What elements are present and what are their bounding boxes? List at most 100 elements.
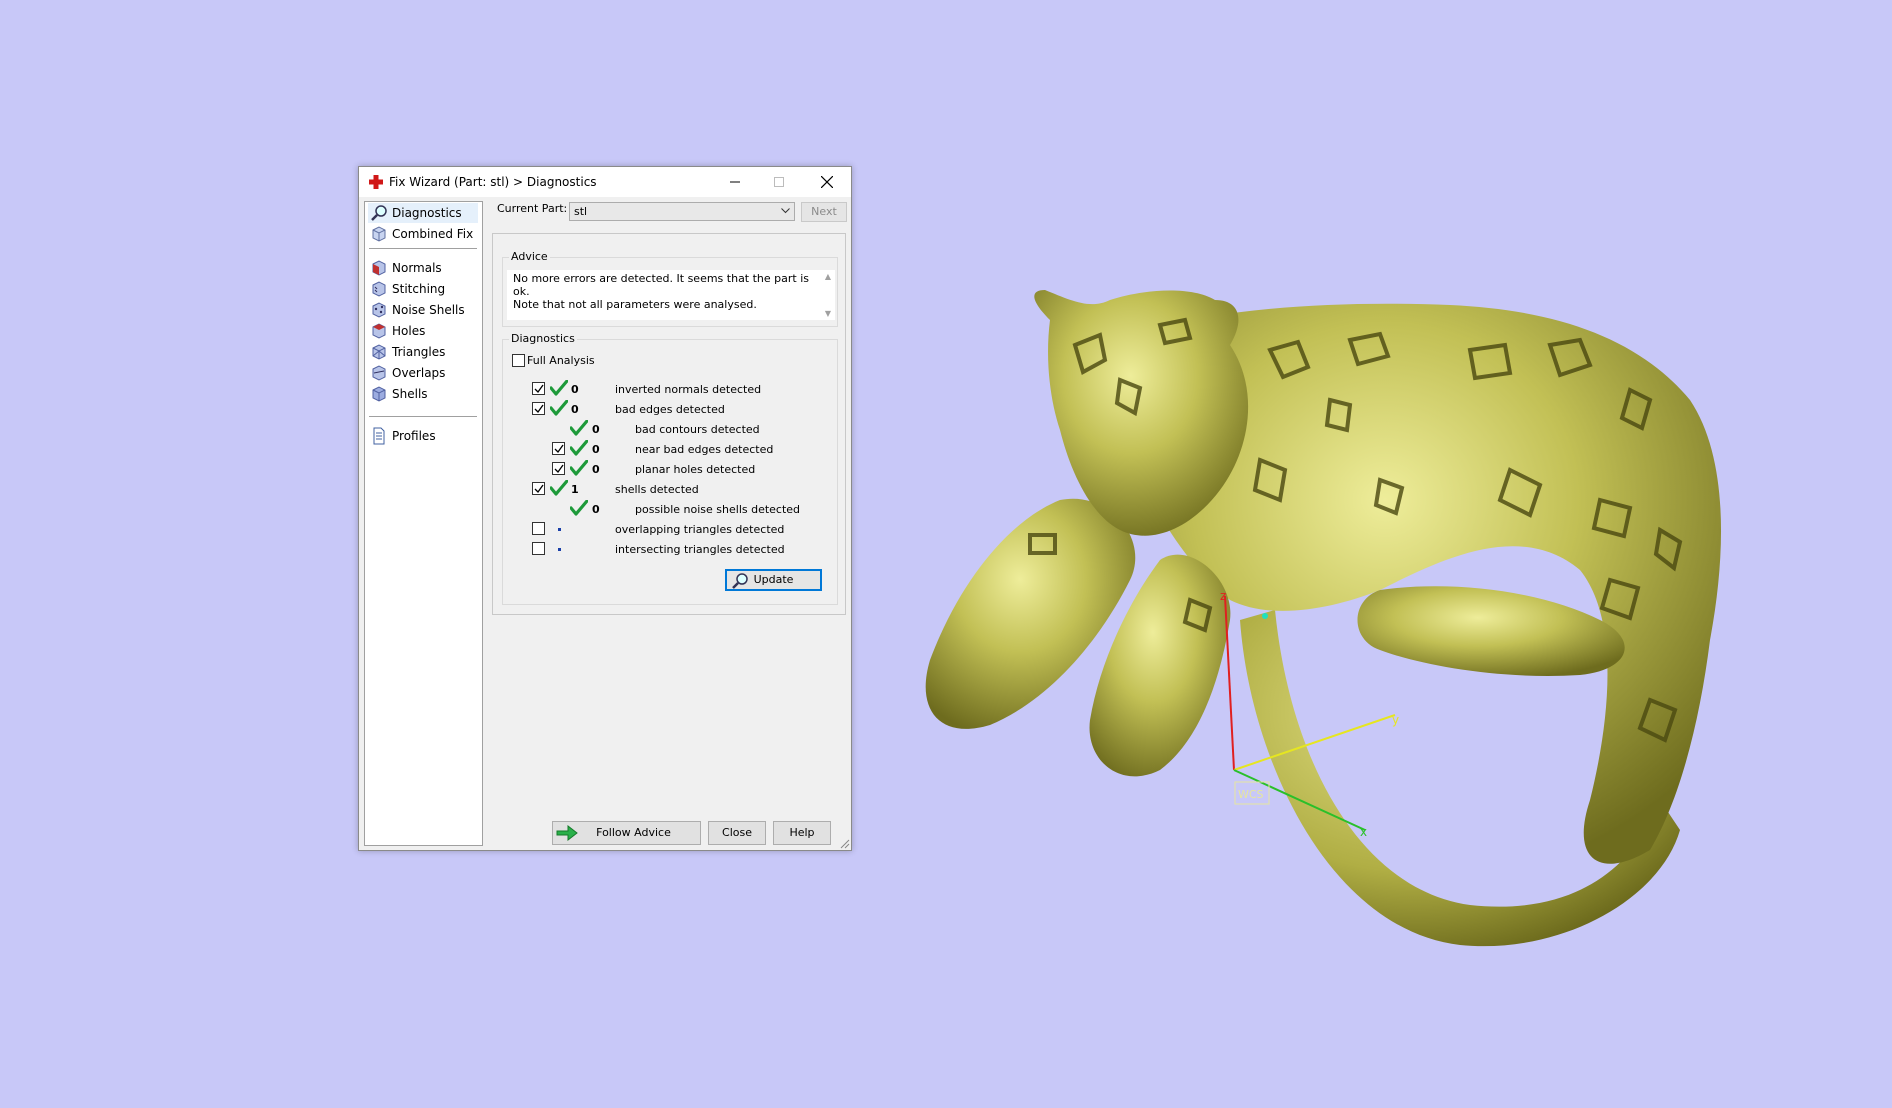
sidebar-item-label: Triangles <box>392 345 446 359</box>
close-button[interactable]: Close <box>708 821 766 845</box>
minimize-icon <box>730 181 740 183</box>
cube-icon <box>372 226 386 242</box>
document-icon <box>373 427 385 445</box>
noise-shells-count: 0 <box>592 503 600 516</box>
help-button[interactable]: Help <box>773 821 831 845</box>
cube-triangles-icon <box>372 344 386 360</box>
full-analysis-checkbox[interactable] <box>512 354 525 367</box>
planar-holes-label: planar holes detected <box>635 463 756 476</box>
bad-edges-label: bad edges detected <box>615 403 725 416</box>
title-bar[interactable]: Fix Wizard (Part: stl) > Diagnostics <box>359 167 851 197</box>
shells-count: 1 <box>571 483 579 496</box>
noise-shells-label: possible noise shells detected <box>635 503 801 516</box>
green-check-icon <box>550 380 568 396</box>
chevron-down-icon <box>781 208 790 214</box>
sidebar-divider <box>369 416 477 417</box>
cube-overlaps-icon <box>372 365 386 381</box>
overlapping-triangles-checkbox[interactable] <box>532 522 545 535</box>
sidebar-item-stitching[interactable]: Stitching <box>368 279 478 299</box>
green-check-icon <box>570 420 588 436</box>
current-part-value: stl <box>574 205 588 218</box>
x-axis-label: x <box>1360 825 1367 839</box>
cube-holes-icon <box>372 323 386 339</box>
diagnostics-group: Diagnostics Full Analysis 0 inverted nor… <box>502 332 838 605</box>
sidebar-item-label: Overlaps <box>392 366 446 380</box>
shells-label: shells detected <box>615 483 699 496</box>
sidebar-item-holes[interactable]: Holes <box>368 321 478 341</box>
magnifier-icon <box>732 573 748 589</box>
sidebar-item-noise-shells[interactable]: Noise Shells <box>368 300 478 320</box>
sidebar-item-label: Diagnostics <box>392 206 462 220</box>
inverted-normals-count: 0 <box>571 383 579 396</box>
shells-checkbox[interactable] <box>532 482 545 495</box>
update-button[interactable]: Update <box>725 569 822 591</box>
jaguar-ring-model[interactable]: z y x WCS <box>925 290 1722 947</box>
sidebar-item-combined-fix[interactable]: Combined Fix <box>368 224 478 244</box>
sidebar-item-profiles[interactable]: Profiles <box>368 426 478 446</box>
status-dot <box>558 548 561 551</box>
magnifier-icon <box>371 205 387 221</box>
sidebar-item-shells[interactable]: Shells <box>368 384 478 404</box>
green-check-icon <box>550 480 568 496</box>
current-part-label: Current Part: <box>497 202 568 215</box>
advice-line-1: No more errors are detected. It seems th… <box>513 272 810 298</box>
sidebar-item-label: Stitching <box>392 282 446 296</box>
scroll-down-icon[interactable]: ▼ <box>825 309 831 318</box>
status-dot <box>558 528 561 531</box>
advice-line-2: Note that not all parameters were analys… <box>513 298 757 311</box>
green-check-icon <box>570 460 588 476</box>
sidebar-item-triangles[interactable]: Triangles <box>368 342 478 362</box>
sidebar-item-label: Combined Fix <box>392 227 474 241</box>
next-button[interactable]: Next <box>801 202 847 222</box>
intersecting-triangles-label: intersecting triangles detected <box>615 543 785 556</box>
diagnostics-panel: Advice No more errors are detected. It s… <box>492 233 846 615</box>
scroll-up-icon[interactable]: ▲ <box>825 272 831 281</box>
z-axis-label: z <box>1220 589 1226 603</box>
follow-advice-button[interactable]: Follow Advice <box>552 821 701 845</box>
cube-noise-icon <box>372 302 386 318</box>
advice-text-box[interactable]: No more errors are detected. It seems th… <box>507 270 835 320</box>
cube-normals-icon <box>372 260 386 276</box>
sidebar-divider <box>369 248 477 249</box>
cube-shells-icon <box>372 386 386 402</box>
near-bad-edges-label: near bad edges detected <box>635 443 774 456</box>
intersecting-triangles-checkbox[interactable] <box>532 542 545 555</box>
inverted-normals-label: inverted normals detected <box>615 383 762 396</box>
maximize-icon <box>774 177 784 187</box>
sidebar-item-label: Shells <box>392 387 428 401</box>
inverted-normals-checkbox[interactable] <box>532 382 545 395</box>
bad-edges-checkbox[interactable] <box>532 402 545 415</box>
current-part-select[interactable]: stl <box>569 202 795 221</box>
green-arrow-icon <box>556 825 578 841</box>
planar-holes-checkbox[interactable] <box>552 462 565 475</box>
green-check-icon <box>550 400 568 416</box>
sidebar-item-normals[interactable]: Normals <box>368 258 478 278</box>
sidebar-item-label: Holes <box>392 324 426 338</box>
close-window-button[interactable] <box>805 167 849 197</box>
sidebar-item-label: Noise Shells <box>392 303 465 317</box>
fix-wizard-dialog: Fix Wizard (Part: stl) > Diagnostics Dia… <box>358 166 852 851</box>
sidebar-item-label: Profiles <box>392 429 436 443</box>
bad-contours-label: bad contours detected <box>635 423 760 436</box>
follow-advice-label: Follow Advice <box>596 826 671 839</box>
advice-text: No more errors are detected. It seems th… <box>513 272 813 311</box>
sidebar-item-overlaps[interactable]: Overlaps <box>368 363 478 383</box>
minimize-button[interactable] <box>713 167 757 197</box>
red-cross-icon <box>369 175 383 189</box>
y-axis-label: y <box>1392 713 1399 727</box>
overlapping-triangles-label: overlapping triangles detected <box>615 523 785 536</box>
wcs-label: WCS <box>1238 788 1264 801</box>
window-title: Fix Wizard (Part: stl) > Diagnostics <box>389 175 597 189</box>
advice-group-label: Advice <box>509 250 550 263</box>
near-bad-edges-checkbox[interactable] <box>552 442 565 455</box>
maximize-button[interactable] <box>757 167 801 197</box>
green-check-icon <box>570 440 588 456</box>
sidebar-item-diagnostics[interactable]: Diagnostics <box>368 203 478 223</box>
resize-grip-icon[interactable] <box>840 839 850 849</box>
full-analysis-label: Full Analysis <box>527 354 595 367</box>
sidebar-nav: Diagnostics Combined Fix Normals Stitchi… <box>364 201 483 846</box>
planar-holes-count: 0 <box>592 463 600 476</box>
near-bad-edges-count: 0 <box>592 443 600 456</box>
advice-group: Advice No more errors are detected. It s… <box>502 250 838 327</box>
3d-viewport[interactable]: z y x WCS <box>0 0 1892 1108</box>
